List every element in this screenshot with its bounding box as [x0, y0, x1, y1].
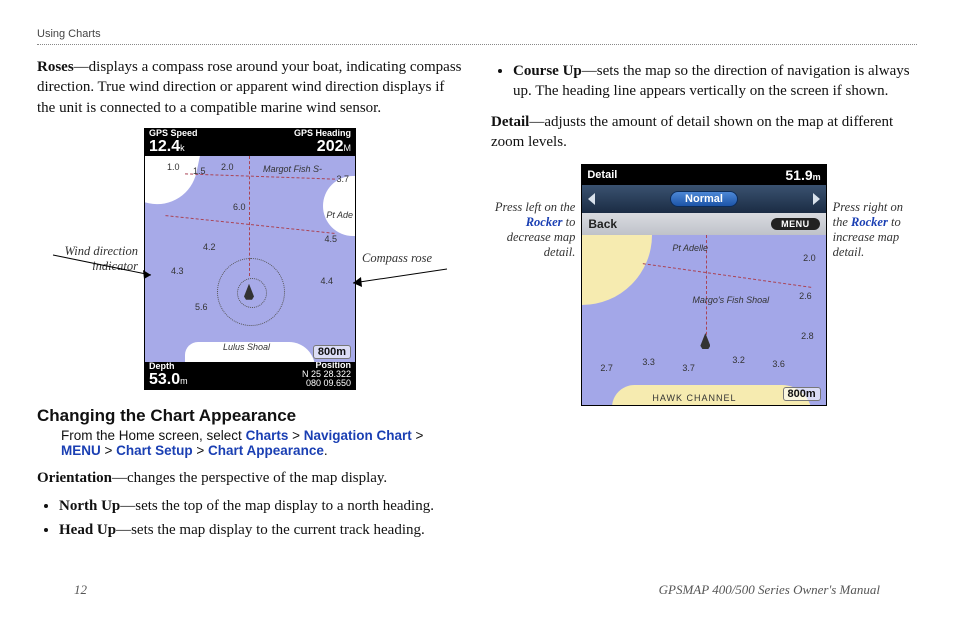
- depth-sounding: 3.7: [682, 363, 695, 373]
- depth-sounding: 2.8: [801, 331, 814, 341]
- rocker-key: Rocker: [526, 215, 563, 229]
- depth-sounding: 2.6: [799, 291, 812, 301]
- figure-compass-rose: Wind direction indicator GPS Speed 12.4k…: [37, 128, 463, 390]
- map-label: HAWK CHANNEL: [652, 393, 736, 403]
- head-up-text: —sets the map display to the current tra…: [116, 522, 425, 538]
- orientation-options-cont: Course Up—sets the map so the direction …: [491, 61, 917, 102]
- detail-paragraph: Detail—adjusts the amount of detail show…: [491, 112, 917, 153]
- depth-sounding: 4.5: [324, 234, 337, 244]
- list-item: Head Up—sets the map display to the curr…: [59, 520, 463, 540]
- detail-term: Detail: [491, 114, 529, 130]
- orientation-paragraph: Orientation—changes the perspective of t…: [37, 468, 463, 488]
- chevron-left-icon[interactable]: [588, 193, 595, 205]
- map-label: Pt Adelle: [672, 243, 708, 253]
- depth-sounding: 5.6: [195, 302, 208, 312]
- chevron-right-icon[interactable]: [813, 193, 820, 205]
- orientation-options: North Up—sets the top of the map display…: [37, 496, 463, 541]
- section-header: Using Charts: [37, 28, 917, 45]
- depth-sounding: 2.0: [803, 253, 816, 263]
- depth-sounding: 2.7: [600, 363, 613, 373]
- manual-title: GPSMAP 400/500 Series Owner's Manual: [659, 582, 880, 598]
- bottom-bar: Depth 53.0m Position N 25 28.322 080 09.…: [145, 362, 355, 389]
- depth-sounding: 2.0: [221, 162, 234, 172]
- back-row: Back MENU: [582, 213, 825, 235]
- detail-header-unit: m: [813, 172, 821, 182]
- map-label: Margot Fish S-: [263, 164, 322, 174]
- roses-term: Roses: [37, 59, 74, 75]
- left-column: Roses—displays a compass rose around you…: [37, 57, 463, 551]
- caption-rocker-left: Press left on the Rocker to decrease map…: [491, 164, 575, 260]
- north-up-term: North Up: [59, 498, 120, 514]
- depth-sounding: 6.0: [233, 202, 246, 212]
- depth-sounding: 1.0: [167, 162, 180, 172]
- gps-heading-unit: M: [344, 143, 352, 153]
- depth-value: 53.0: [149, 371, 180, 388]
- depth-sounding: 3.3: [642, 357, 655, 367]
- detail-header-label: Detail: [587, 169, 617, 181]
- detail-header-value: 51.9: [785, 167, 812, 183]
- nav-step: Chart Appearance: [208, 443, 324, 458]
- back-button[interactable]: Back: [588, 217, 617, 231]
- chart-screenshot-1: GPS Speed 12.4k GPS Heading 202M 1.0: [144, 128, 356, 390]
- depth-sounding: 3.6: [772, 359, 785, 369]
- nav-path: From the Home screen, select Charts > Na…: [61, 428, 463, 458]
- roses-paragraph: Roses—displays a compass rose around you…: [37, 57, 463, 118]
- detail-header: Detail 51.9m: [582, 165, 825, 185]
- detail-level-pill[interactable]: Normal: [670, 191, 738, 207]
- caption-rocker-right: Press right on the Rocker to increase ma…: [833, 164, 917, 260]
- chart-screenshot-2: Detail 51.9m Normal Back MENU: [581, 164, 826, 406]
- map-area-2: 2.0 2.6 2.8 2.7 3.3 3.7 3.2 3.6 Pt Adell…: [582, 235, 825, 405]
- nav-step: MENU: [61, 443, 101, 458]
- course-up-term: Course Up: [513, 63, 582, 79]
- depth-sounding: 4.3: [171, 266, 184, 276]
- menu-button[interactable]: MENU: [771, 218, 820, 230]
- heading-chart-appearance: Changing the Chart Appearance: [37, 406, 463, 426]
- list-item: Course Up—sets the map so the direction …: [513, 61, 917, 102]
- depth-label: Depth: [149, 362, 188, 371]
- map-area-1: 1.0 1.5 2.0 3.7 4.2 4.3 5.6 6.0 4.5 4.4 …: [145, 156, 355, 362]
- map-label: Margo's Fish Shoal: [692, 295, 769, 305]
- detail-selector[interactable]: Normal: [582, 185, 825, 213]
- depth-sounding: 4.4: [320, 276, 333, 286]
- gps-speed-value: 12.4: [149, 138, 180, 155]
- nav-step: Chart Setup: [116, 443, 193, 458]
- page-footer: 12 GPSMAP 400/500 Series Owner's Manual: [74, 582, 880, 598]
- detail-text: —adjusts the amount of detail shown on t…: [491, 114, 893, 150]
- map-scale: 800m: [783, 387, 821, 401]
- position-lon: 080 09.650: [302, 379, 351, 388]
- nav-step: Charts: [246, 428, 289, 443]
- head-up-term: Head Up: [59, 522, 116, 538]
- gps-heading-label: GPS Heading: [294, 129, 351, 138]
- depth-sounding: 1.5: [193, 166, 206, 176]
- depth-sounding: 3.2: [732, 355, 745, 365]
- orientation-text: —changes the perspective of the map disp…: [112, 470, 387, 486]
- map-label: Pt Ade: [326, 210, 353, 220]
- depth-sounding: 3.7: [336, 174, 349, 184]
- figure-detail-selector: Press left on the Rocker to decrease map…: [491, 164, 917, 406]
- gps-heading-value: 202: [317, 138, 344, 155]
- north-up-text: —sets the top of the map display to a no…: [120, 498, 434, 514]
- depth-sounding: 4.2: [203, 242, 216, 252]
- right-column: Course Up—sets the map so the direction …: [491, 57, 917, 551]
- map-label: Lulus Shoal: [223, 342, 270, 352]
- rocker-key: Rocker: [851, 215, 888, 229]
- list-item: North Up—sets the top of the map display…: [59, 496, 463, 516]
- gps-speed-unit: k: [180, 143, 185, 153]
- gps-speed-label: GPS Speed: [149, 129, 198, 138]
- top-bar: GPS Speed 12.4k GPS Heading 202M: [145, 129, 355, 156]
- orientation-term: Orientation: [37, 470, 112, 486]
- navpath-prefix: From the Home screen, select: [61, 428, 246, 443]
- nav-step: Navigation Chart: [304, 428, 412, 443]
- page-number: 12: [74, 582, 87, 598]
- boat-icon: [700, 333, 710, 349]
- depth-unit: m: [180, 376, 188, 386]
- map-scale: 800m: [313, 345, 351, 359]
- roses-text: —displays a compass rose around your boa…: [37, 59, 462, 116]
